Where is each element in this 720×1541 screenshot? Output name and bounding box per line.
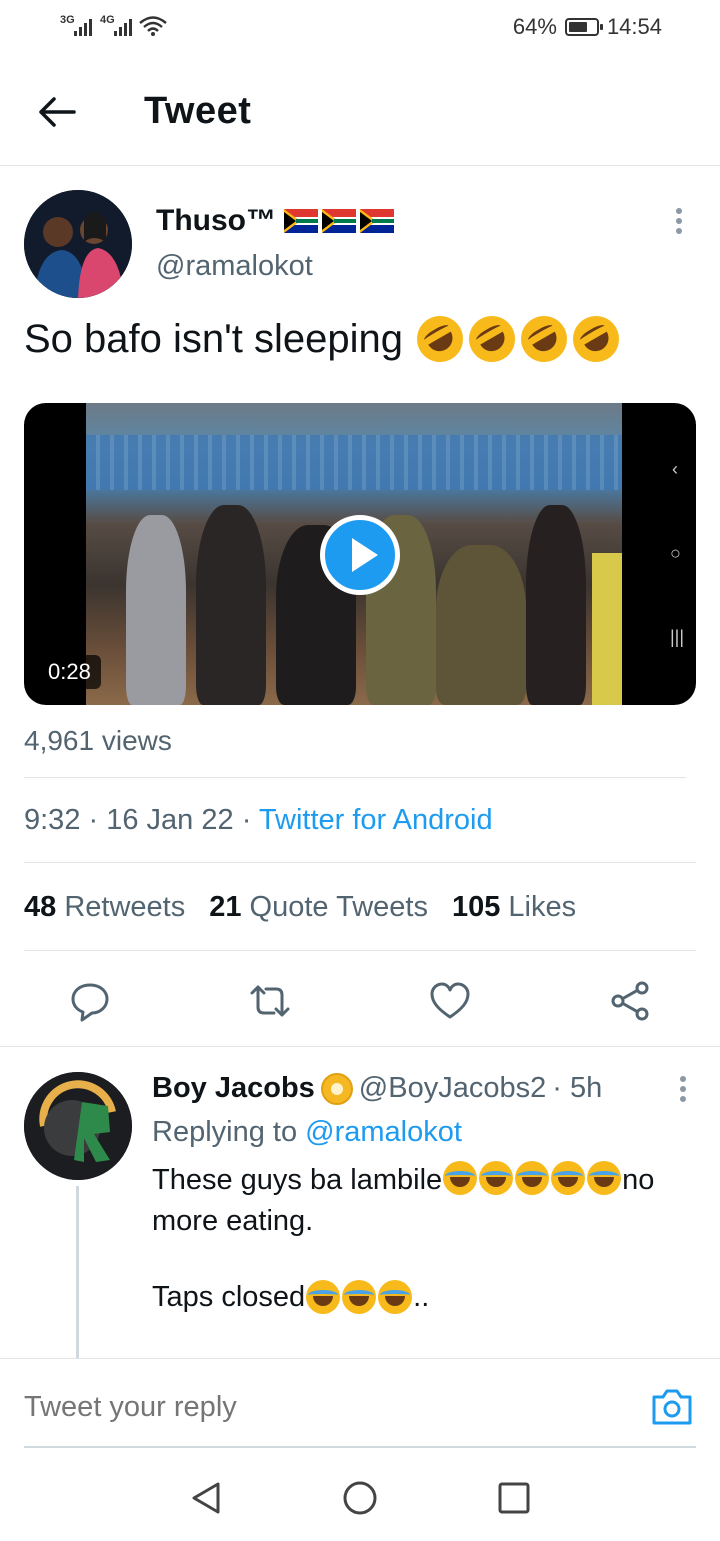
retweet-icon[interactable] [248,979,292,1023]
tweet-text: So bafo isn't sleeping [24,316,404,361]
wifi-icon [139,16,167,36]
more-options-icon[interactable] [672,208,686,238]
south-africa-flag-icon [322,209,356,233]
share-icon[interactable] [608,979,652,1023]
page-title: Tweet [144,90,252,132]
video-player[interactable]: ‹ ○ ||| 0:28 [24,403,696,705]
clock: 14:54 [606,14,662,39]
south-africa-flag-icon [284,209,318,233]
system-navigation-bar [0,1448,720,1541]
nav-home-icon[interactable] [340,1478,380,1518]
replying-to-link[interactable]: @ramalokot [305,1116,462,1148]
sa-flags [284,209,394,233]
view-count: 4,961 views [24,725,172,756]
battery-icon [564,18,603,36]
video-duration: 0:28 [38,655,101,689]
signal-icon [114,16,132,36]
south-africa-flag-icon [360,209,394,233]
rofl-emoji-icon [564,307,628,371]
reply-author-name[interactable]: Boy Jacobs [152,1072,315,1105]
joy-emoji-icon [342,1280,377,1314]
status-right: 64% 14:54 [513,14,662,40]
author-handle[interactable]: @ramalokot [156,250,313,283]
nav-back-icon[interactable] [186,1478,226,1518]
reply-icon[interactable] [68,979,112,1023]
tweet-date: 16 Jan 22 [106,804,234,836]
replying-to: Replying to @ramalokot [152,1116,462,1148]
joy-emoji-icon [306,1280,341,1314]
battery-percent: 64% [512,14,557,39]
reply-author-handle[interactable]: @BoyJacobs2 [359,1072,546,1105]
tweet-source-link[interactable]: Twitter for Android [259,804,493,836]
joy-emoji-icon [479,1161,514,1195]
tweet-meta: 9:32 · 16 Jan 22 · Twitter for Android [24,804,493,836]
joy-emoji-icon [551,1161,586,1195]
divider [24,950,696,951]
thread-line [76,1186,79,1358]
reply-composer [0,1358,720,1448]
engagement-stats: 48 Retweets 21 Quote Tweets 105 Likes [24,891,576,924]
like-icon[interactable] [428,979,472,1023]
rofl-emoji-icon [460,307,524,371]
video-thumbnail-seats [86,435,622,490]
author-name-row: Thuso™ [156,204,394,238]
signal-icon [74,16,92,36]
quote-tweets-stat[interactable]: 21 Quote Tweets [209,891,428,924]
likes-stat[interactable]: 105 Likes [452,891,576,924]
reply-text-line2: Taps closed.. [152,1280,430,1314]
author-name[interactable]: Thuso™ [156,204,276,238]
tweet-actions [0,965,720,1045]
reply-time: · 5h [552,1072,603,1104]
reply-input[interactable] [24,1391,564,1424]
reply-author-avatar[interactable] [24,1072,132,1180]
play-button[interactable] [320,515,400,595]
reply-text: These guys ba lambile no more eating. [152,1160,692,1242]
top-app-bar: Tweet [0,60,720,166]
badge-icon [320,1072,353,1105]
status-bar: 3G 4G 64% 14:54 [0,0,720,56]
rofl-emoji-icon [408,307,472,371]
more-options-icon[interactable] [676,1076,690,1106]
joy-emoji-icon [378,1280,413,1314]
tweet-text-row: So bafo isn't sleeping [24,307,628,371]
joy-emoji-icon [443,1161,478,1195]
reply-header: Boy Jacobs @BoyJacobs2 · 5h [152,1072,602,1105]
arrow-left-icon[interactable] [34,90,78,134]
network-3g-label: 3G [60,14,75,26]
divider [24,862,696,863]
emoji-group [408,307,628,371]
tweet-time: 9:32 [24,804,81,836]
author-avatar[interactable] [24,190,132,298]
divider [24,777,686,778]
retweets-stat[interactable]: 48 Retweets [24,891,185,924]
section-separator [0,1046,720,1047]
rofl-emoji-icon [512,307,576,371]
joy-emoji-icon [515,1161,550,1195]
camera-icon[interactable] [650,1387,694,1427]
nav-recents-icon[interactable] [494,1478,534,1518]
joy-emoji-icon [587,1161,622,1195]
network-4g-label: 4G [100,14,115,26]
